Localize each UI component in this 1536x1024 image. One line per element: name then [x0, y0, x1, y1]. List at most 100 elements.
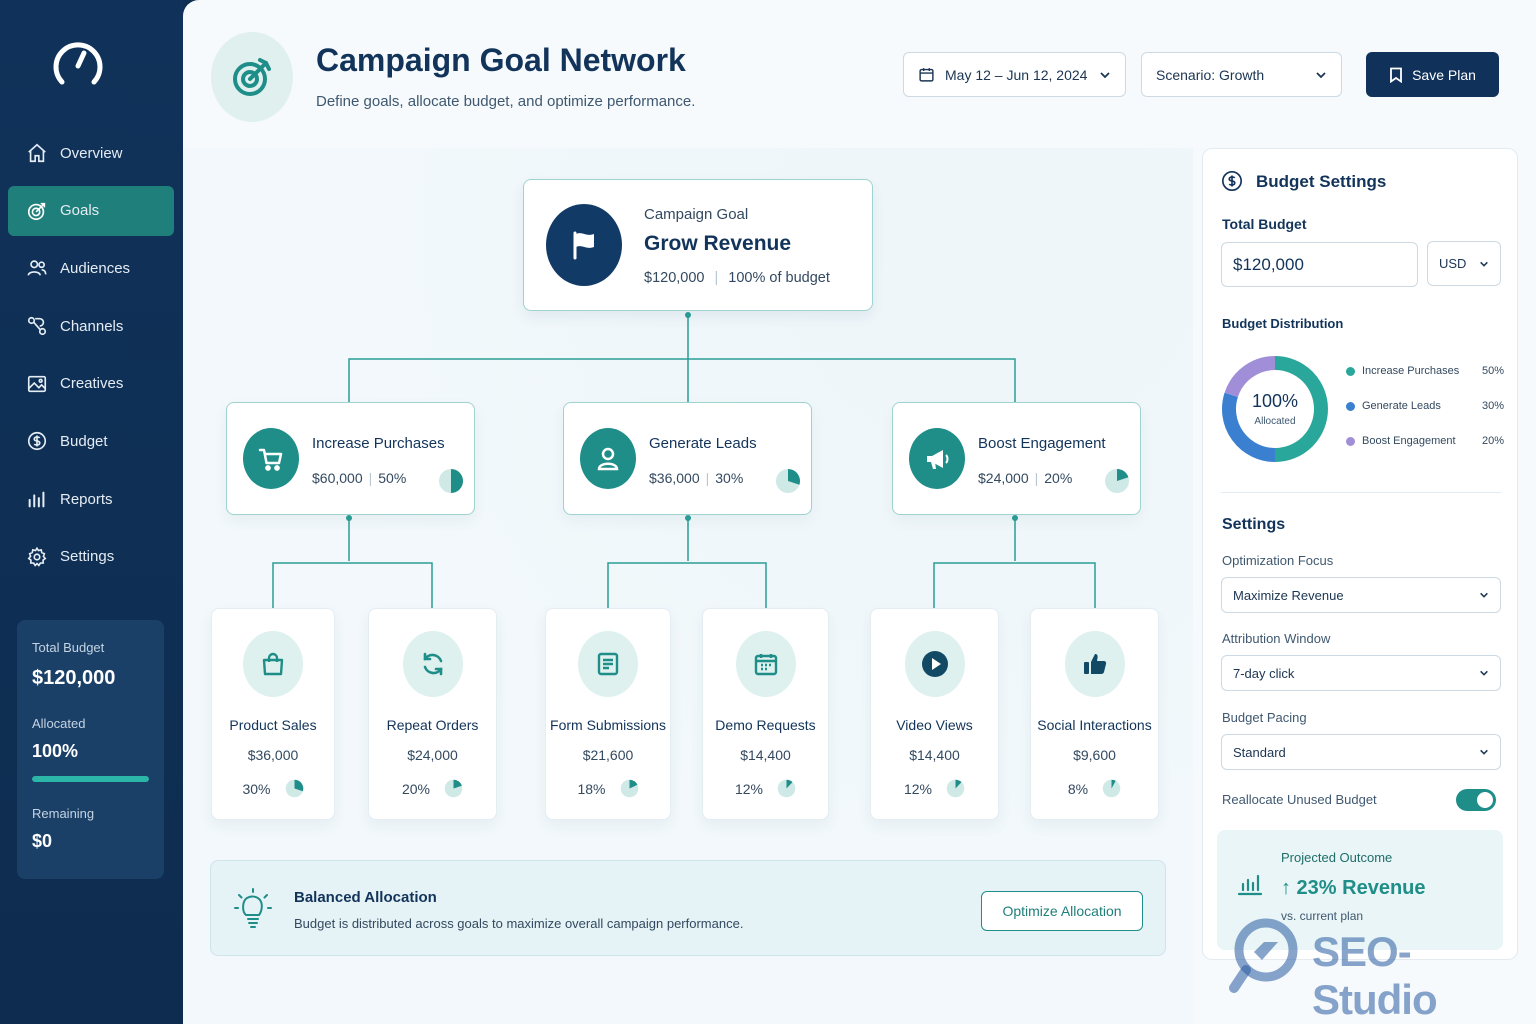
save-plan-label: Save Plan [1412, 66, 1476, 83]
sidebar-item-label: Budget [60, 432, 108, 450]
date-range-value: May 12 – Jun 12, 2024 [945, 66, 1088, 83]
play-icon [921, 651, 948, 677]
sidebar-item-creatives[interactable]: Creatives [8, 359, 174, 409]
optimize-allocation-button[interactable]: Optimize Allocation [981, 891, 1143, 931]
subgoal-card-increase-purchases[interactable]: Increase Purchases $60,000 | 50% [226, 402, 475, 515]
subgoal-name: Increase Purchases [312, 435, 445, 452]
save-plan-button[interactable]: Save Plan [1366, 52, 1499, 97]
leaf-pct-row: 20% [369, 779, 496, 798]
leaf-pct-row: 30% [212, 779, 334, 798]
sidebar-item-channels[interactable]: Channels [8, 301, 174, 351]
allocated-progress-fill [32, 776, 149, 782]
sidebar-item-budget[interactable]: Budget [8, 416, 174, 466]
sidebar-nav: Overview Goals Audiences Channels Creati… [8, 128, 174, 590]
leaf-pie-icon [1102, 779, 1121, 798]
leaf-card-social-interactions[interactable]: Social Interactions $9,600 8% [1030, 608, 1159, 820]
subgoal-card-generate-leads[interactable]: Generate Leads $36,000 | 30% [563, 402, 812, 515]
sidebar-item-settings[interactable]: Settings [8, 532, 174, 582]
subgoal-meta: $60,000 | 50% [312, 470, 407, 486]
target-arrow-icon [233, 58, 271, 96]
leaf-card-product-sales[interactable]: Product Sales $36,000 30% [211, 608, 335, 820]
distribution-legend-item: Generate Leads 30% [1346, 400, 1504, 412]
chevron-down-icon [1480, 592, 1488, 598]
leaf-pct: 30% [242, 780, 271, 797]
calendar-badge [735, 631, 796, 697]
toggle-knob [1477, 792, 1493, 808]
attribution-window-select[interactable]: 7-day click [1221, 655, 1501, 691]
optimization-focus-value: Maximize Revenue [1233, 587, 1344, 603]
leaf-card-repeat-orders[interactable]: Repeat Orders $24,000 20% [368, 608, 497, 820]
legend-name: Boost Engagement [1362, 435, 1456, 447]
leaf-pct: 12% [903, 780, 933, 797]
sidebar: Overview Goals Audiences Channels Creati… [0, 0, 183, 1024]
subgoal-pct: 30% [715, 470, 744, 486]
refresh-icon [423, 652, 442, 676]
legend-dot [1346, 436, 1355, 446]
leaf-name: Video Views [896, 717, 973, 733]
flag-badge [546, 204, 622, 286]
scenario-select[interactable]: Scenario: Growth [1141, 52, 1342, 97]
leaf-pie-icon [620, 779, 638, 798]
main-panel: Campaign Goal Network Define goals, allo… [183, 0, 1536, 1024]
goal-amount: $120,000 [644, 270, 705, 286]
leaf-card-demo-requests[interactable]: Demo Requests $14,400 12% [702, 608, 829, 820]
subgoal-card-boost-engagement[interactable]: Boost Engagement $24,000 | 20% [892, 402, 1141, 515]
leaf-amount: $14,400 [740, 747, 791, 763]
sidebar-item-label: Goals [60, 202, 100, 220]
subgoal-amount: $60,000 [312, 470, 363, 486]
allocated-value: 100% [32, 741, 79, 761]
reallocate-unused-label: Reallocate Unused Budget [1222, 792, 1377, 807]
cart-icon [258, 448, 283, 471]
home-icon [28, 143, 46, 163]
sidebar-item-overview[interactable]: Overview [8, 128, 174, 178]
leaf-pct-row: 18% [546, 779, 670, 798]
sidebar-item-label: Reports [60, 490, 113, 508]
subgoal-pct: 50% [378, 470, 407, 486]
optimization-focus-select[interactable]: Maximize Revenue [1221, 577, 1501, 613]
leaf-name: Repeat Orders [386, 717, 479, 733]
header-target-badge [211, 32, 293, 122]
target-icon [27, 202, 46, 220]
campaign-goal-card[interactable]: Campaign Goal Grow Revenue $120,000 | 100%… [523, 179, 873, 311]
total-budget-value: $120,000 [32, 667, 116, 689]
budget-pacing-select[interactable]: Standard [1221, 734, 1501, 770]
currency-select[interactable]: USD [1427, 241, 1501, 286]
subgoal-name: Boost Engagement [978, 435, 1106, 452]
sidebar-item-goals[interactable]: Goals [8, 185, 174, 236]
leaf-card-video-views[interactable]: Video Views $14,400 12% [870, 608, 999, 820]
leaf-name: Product Sales [229, 717, 317, 733]
leaf-pct: 18% [577, 780, 606, 797]
goal-meta: $120,000 | 100% of budget [644, 270, 830, 286]
sidebar-item-audiences[interactable]: Audiences [8, 243, 174, 293]
leaf-pct-row: 8% [1031, 779, 1158, 798]
subgoal-pct: 20% [1044, 470, 1073, 486]
play-badge [904, 631, 965, 697]
sidebar-item-reports[interactable]: Reports [8, 474, 174, 524]
currency-value: USD [1439, 256, 1467, 271]
remaining-value: $0 [32, 831, 53, 851]
lightbulb-icon [234, 888, 272, 928]
legend-dot [1346, 401, 1355, 411]
sidebar-budget-card: Total Budget $120,000 Allocated 100% Rem… [17, 620, 164, 879]
bag-badge [243, 631, 303, 697]
leaf-amount: $9,600 [1073, 747, 1116, 763]
page-subtitle: Define goals, allocate budget, and optim… [316, 93, 696, 110]
leaf-name: Demo Requests [715, 717, 816, 733]
reallocate-unused-toggle[interactable] [1456, 789, 1496, 811]
chevron-down-icon [1480, 261, 1488, 267]
date-range-select[interactable]: May 12 – Jun 12, 2024 [903, 52, 1126, 97]
optimization-focus-label: Optimization Focus [1222, 553, 1334, 568]
allocated-label: Allocated [32, 716, 86, 731]
goal-name: Grow Revenue [644, 232, 792, 255]
legend-pct: 30% [1481, 400, 1504, 412]
gauge-logo-icon[interactable] [50, 36, 106, 92]
distribution-legend-item: Boost Engagement 20% [1346, 435, 1504, 447]
budget-settings-panel: Budget Settings Total Budget USD Budget … [1202, 148, 1518, 960]
leaf-pct-row: 12% [703, 779, 828, 798]
leaf-card-form-submissions[interactable]: Form Submissions $21,600 18% [545, 608, 671, 820]
total-budget-input[interactable] [1221, 242, 1418, 287]
banner-title: Balanced Allocation [294, 889, 437, 906]
users-icon [27, 260, 47, 277]
app-window: Overview Goals Audiences Channels Creati… [0, 0, 1536, 1024]
channels-icon [27, 316, 47, 336]
